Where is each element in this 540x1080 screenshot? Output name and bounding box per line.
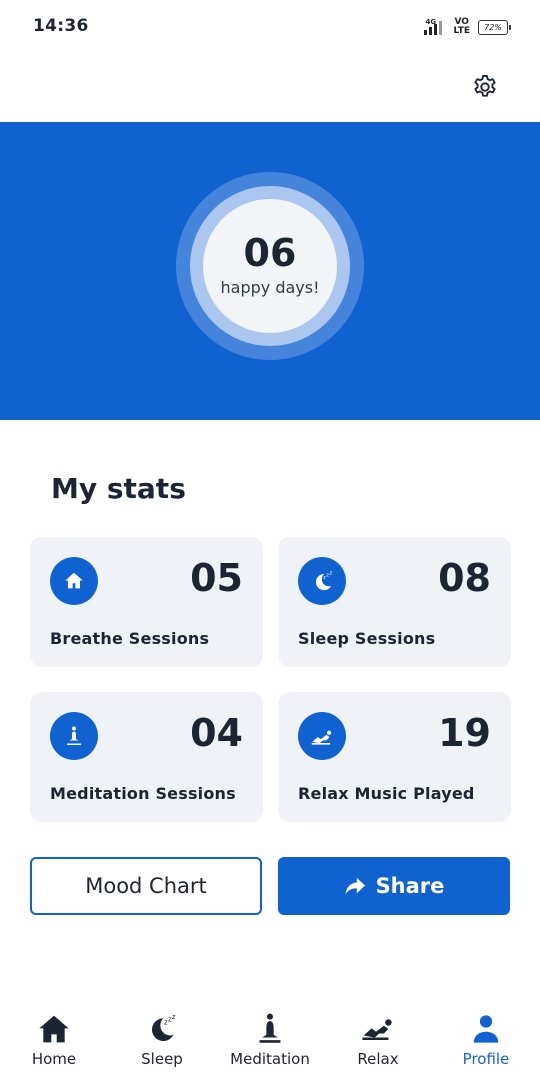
battery-icon: 72%	[478, 19, 511, 35]
bottom-nav: Home z z z Sleep Meditation Relax Profil…	[0, 1000, 540, 1080]
gear-icon	[474, 74, 496, 97]
nav-item-profile[interactable]: Profile	[432, 1000, 540, 1080]
nav-label: Profile	[462, 1050, 510, 1068]
home-icon	[65, 572, 83, 589]
stat-label: Relax Music Played	[298, 784, 475, 803]
signal-icon: 4G	[419, 17, 445, 37]
happy-days-count: 06	[243, 230, 297, 275]
relax-icon	[362, 1019, 392, 1041]
stat-label: Sleep Sessions	[298, 629, 436, 648]
meditation-icon	[259, 1013, 281, 1043]
happy-days-circle: 06 happy days!	[203, 199, 337, 333]
nav-item-home[interactable]: Home	[0, 1000, 108, 1080]
hero-banner: 06 happy days!	[0, 122, 540, 420]
nav-item-relax[interactable]: Relax	[324, 1000, 432, 1080]
mood-chart-button[interactable]: Mood Chart	[30, 857, 262, 915]
stat-card-sleep[interactable]: z z z 08 Sleep Sessions	[278, 537, 511, 667]
status-icons: 4G VO LTE 72%	[419, 16, 511, 38]
nav-item-meditation[interactable]: Meditation	[216, 1000, 324, 1080]
happy-days-ring: 06 happy days!	[176, 172, 364, 360]
stat-value: 08	[438, 556, 491, 600]
nav-label: Sleep	[141, 1050, 183, 1068]
stat-card-relax[interactable]: 19 Relax Music Played	[278, 692, 511, 822]
relax-icon	[311, 730, 332, 745]
battery-level: 72%	[484, 22, 502, 32]
svg-text:z: z	[172, 1013, 176, 1021]
moon-sleep-icon: z z z	[315, 571, 333, 591]
nav-item-sleep[interactable]: z z z Sleep	[108, 1000, 216, 1080]
stat-value: 19	[438, 711, 491, 755]
svg-text:z: z	[330, 571, 333, 577]
share-button[interactable]: Share	[278, 857, 510, 915]
moon-sleep-icon: z z z	[152, 1013, 176, 1041]
volte-indicator: VO LTE	[453, 17, 470, 36]
status-bar: 14:36 4G VO LTE 72%	[0, 0, 540, 56]
happy-days-label: happy days!	[220, 277, 320, 297]
share-arrow-icon	[345, 877, 365, 895]
nav-label: Meditation	[230, 1050, 310, 1068]
share-label: Share	[375, 874, 445, 898]
stat-label: Meditation Sessions	[50, 784, 236, 803]
nav-label: Relax	[357, 1050, 399, 1068]
status-time: 14:36	[33, 16, 89, 36]
stat-card-meditation[interactable]: 04 Meditation Sessions	[30, 692, 263, 822]
stat-card-breathe[interactable]: 05 Breathe Sessions	[30, 537, 263, 667]
mood-chart-label: Mood Chart	[85, 874, 207, 898]
stat-value: 05	[190, 556, 243, 600]
person-icon	[473, 1015, 499, 1043]
home-icon	[39, 1015, 69, 1043]
stat-label: Breathe Sessions	[50, 629, 210, 648]
settings-button[interactable]	[468, 70, 502, 104]
stat-value: 04	[190, 711, 243, 755]
meditation-icon	[67, 726, 81, 745]
stats-title: My stats	[51, 472, 186, 505]
nav-label: Home	[31, 1050, 77, 1068]
